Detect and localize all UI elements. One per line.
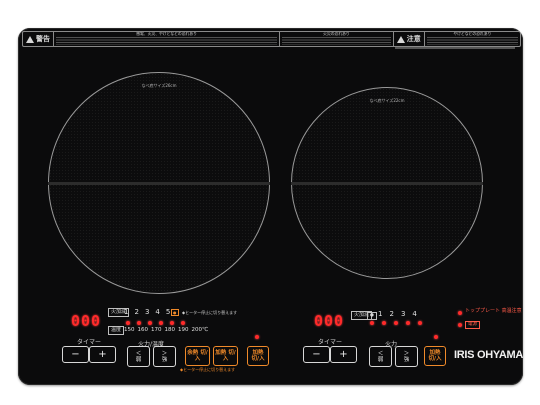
warning-column-1-title: 感電、火災、やけどなどの恐れあり (136, 32, 197, 36)
left-timer-minus-button[interactable]: − (62, 346, 89, 363)
left-temp-150: 150 (124, 327, 135, 333)
fine-print-note (395, 47, 515, 49)
warning-fine-print (426, 37, 518, 45)
left-temp-tag: 温度 (108, 326, 125, 335)
right-power-button[interactable]: 加熱 切/入 (424, 346, 446, 366)
top-plate-led (458, 311, 462, 315)
caution-badge-label: 注意 (406, 35, 421, 43)
left-level-led (148, 321, 152, 325)
left-level-led (159, 321, 163, 325)
warning-column-2: 火災の恐れあり (280, 32, 394, 46)
left-weak-label: 弱 (135, 356, 142, 363)
left-level-1: 1 (124, 308, 129, 316)
right-zone-center-band (291, 182, 483, 185)
left-temp-200: 200℃ (191, 327, 209, 333)
left-temp-180: 180 (164, 327, 176, 333)
caution-triangle-icon (396, 35, 405, 43)
left-level-led (126, 321, 130, 325)
right-level-led (406, 321, 410, 325)
right-level-1: 1 (378, 310, 383, 318)
left-level-5: 5 (165, 308, 171, 316)
right-zone-size-label: なべ底サイズ22cm (369, 98, 405, 103)
left-level-4: 4 (155, 308, 160, 316)
right-timer-label: タイマー (318, 339, 343, 346)
warning-fine-print (282, 37, 391, 45)
left-power-label: 加熱 切/入 (251, 350, 265, 362)
left-level-2: 2 (134, 308, 139, 316)
power-indicator-led (458, 323, 462, 327)
right-level-led (418, 321, 422, 325)
left-temp-numbers: 150 160 170 180 190 200℃ (124, 327, 208, 333)
left-temp-160: 160 (137, 327, 149, 333)
left-temp-190: 190 (178, 327, 189, 333)
left-preheat-button[interactable]: 余熱 切/入 (185, 346, 210, 366)
right-level-4: 4 (412, 310, 417, 318)
left-mode-note: ◆ヒーター停止に切り替えます (182, 310, 238, 315)
warning-fine-print (56, 37, 278, 45)
left-power-led (255, 335, 259, 339)
left-heat-strong-button[interactable]: ＞ 強 (153, 346, 176, 367)
right-level-numbers: 1 2 3 4 (378, 310, 417, 318)
right-level-2: 2 (389, 310, 394, 318)
top-plate-label: トッププレート 高温注意 (465, 308, 522, 314)
left-heat-weak-button[interactable]: ＜ 弱 (127, 346, 150, 367)
right-heat-strong-button[interactable]: ＞ 強 (395, 346, 418, 367)
left-timer-plus-button[interactable]: + (89, 346, 116, 363)
left-strong-label: 強 (161, 356, 168, 363)
left-grill-button[interactable]: 加熱 切/入 (213, 346, 238, 366)
caution-badge: 注意 (394, 32, 425, 46)
left-orange-note: ◆ヒーター停止に切り替えます (180, 367, 236, 372)
left-level-numbers: 1 2 3 4 5 (124, 308, 170, 316)
warning-badge-label: 警告 (36, 35, 50, 43)
right-timer-plus-button[interactable]: + (330, 346, 357, 363)
right-level-led (370, 321, 374, 325)
brand-logo: IRIS OHYAMA (454, 349, 523, 361)
induction-cooktop: 警告 感電、火災、やけどなどの恐れあり 火災の恐れあり 注意 やけどなどの恐れあ… (18, 28, 523, 385)
warning-column-2-title: 火災の恐れあり (323, 32, 350, 36)
right-level-3: 3 (400, 310, 406, 318)
left-timer-label: タイマー (77, 339, 102, 346)
left-level-leds (126, 321, 185, 325)
left-level-led (181, 321, 185, 325)
right-level-indicator: ● (367, 312, 377, 320)
right-strong-label: 強 (403, 356, 410, 363)
right-level-led (394, 321, 398, 325)
left-zone-size-label: なべ底サイズ26cm (141, 83, 177, 88)
left-timer-display: 000 (71, 312, 102, 330)
left-level-led (137, 321, 141, 325)
right-timer-display: 000 (314, 312, 345, 330)
right-cooking-zone: なべ底サイズ22cm (291, 87, 483, 279)
left-mode-tag: ● (171, 309, 179, 316)
right-power-led (434, 335, 438, 339)
warning-badge: 警告 (23, 32, 54, 46)
left-level-3: 3 (144, 308, 150, 316)
right-weak-label: 弱 (377, 356, 384, 363)
right-level-led (382, 321, 386, 325)
left-level-led (170, 321, 174, 325)
left-zone-center-band (48, 182, 270, 185)
warning-strip: 警告 感電、火災、やけどなどの恐れあり 火災の恐れあり 注意 やけどなどの恐れあ… (22, 31, 521, 47)
warning-column-1: 感電、火災、やけどなどの恐れあり (54, 32, 281, 46)
warning-triangle-icon (26, 35, 34, 43)
power-tag: 電源 (465, 321, 480, 329)
right-timer-minus-button[interactable]: − (303, 346, 330, 363)
left-temp-170: 170 (151, 327, 162, 333)
right-level-leds (370, 321, 422, 325)
warning-column-3-title: やけどなどの恐れあり (453, 32, 492, 36)
left-power-button[interactable]: 加熱 切/入 (247, 346, 269, 366)
left-cooking-zone: なべ底サイズ26cm (48, 72, 270, 294)
right-heat-weak-button[interactable]: ＜ 弱 (369, 346, 392, 367)
warning-column-3: やけどなどの恐れあり (425, 32, 520, 46)
